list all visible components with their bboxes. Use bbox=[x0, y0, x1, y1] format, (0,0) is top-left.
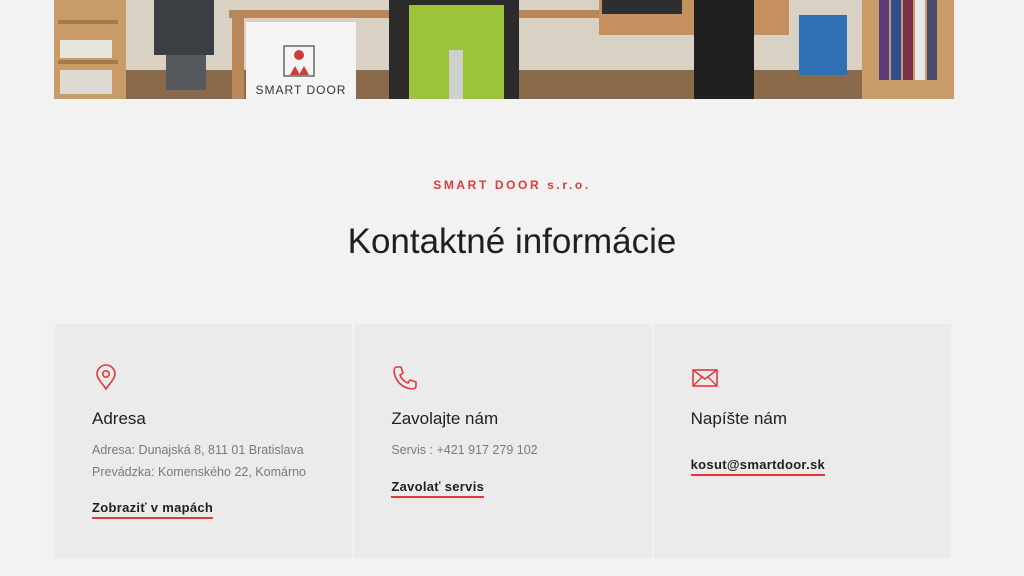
email-heading: Napíšte nám bbox=[690, 409, 788, 428]
address-line: Adresa: Dunajská 8, 811 01 Bratislava bbox=[92, 443, 304, 457]
address-card: Adresa Adresa: Dunajská 8, 811 01 Bratis… bbox=[55, 324, 353, 558]
contact-cards: Adresa Adresa: Dunajská 8, 811 01 Bratis… bbox=[55, 324, 951, 558]
hero-logo-text: SMART DOOR bbox=[256, 83, 347, 97]
show-in-maps-link[interactable]: Zobraziť v mapách bbox=[92, 500, 214, 519]
phone-heading: Zavolajte nám bbox=[391, 409, 499, 428]
address-heading: Adresa bbox=[92, 409, 146, 428]
phone-icon bbox=[393, 366, 418, 390]
service-phone-line: Servis : +421 917 279 102 bbox=[391, 443, 538, 457]
page-title: Kontaktné informácie bbox=[347, 222, 677, 261]
phone-card: Zavolajte nám Servis : +421 917 279 102 … bbox=[354, 324, 652, 558]
section-eyebrow: SMART DOOR s.r.o. bbox=[433, 178, 591, 192]
office-photo: SMART DOOR bbox=[54, 0, 954, 99]
map-pin-icon bbox=[96, 364, 116, 391]
email-link[interactable]: kosut@smartdoor.sk bbox=[690, 457, 826, 476]
operation-line: Prevádzka: Komenského 22, Komárno bbox=[92, 465, 307, 479]
email-card: Napíšte nám kosut@smartdoor.sk bbox=[653, 324, 951, 558]
envelope-icon bbox=[691, 369, 718, 387]
call-service-link[interactable]: Zavolať servis bbox=[391, 479, 485, 498]
